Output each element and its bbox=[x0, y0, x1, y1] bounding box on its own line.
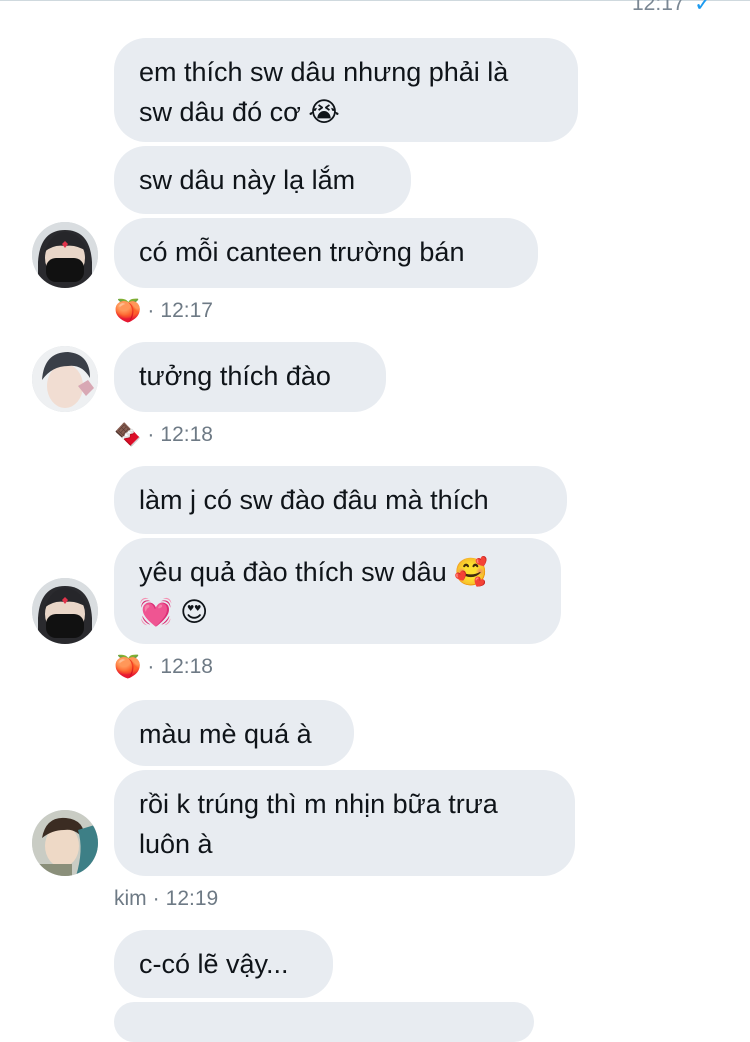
message-time: 12:17 bbox=[160, 299, 213, 322]
meta-separator: · bbox=[152, 887, 160, 910]
meta-separator: · bbox=[147, 423, 155, 446]
chocolate-icon: 🍫 bbox=[114, 422, 142, 447]
message-text: làm j có sw đào đâu mà thích bbox=[139, 485, 489, 515]
meta-separator: · bbox=[147, 655, 155, 678]
message-meta: kim · 12:19 bbox=[114, 884, 218, 914]
message-meta: 🍑 · 12:18 bbox=[114, 652, 213, 682]
message-bubble[interactable]: yêu quả đào thích sw dâu 🥰 💓 😍 bbox=[114, 538, 561, 644]
message-bubble[interactable]: em thích sw dâu nhưng phải là sw dâu đó c… bbox=[114, 38, 578, 142]
message-text: tưởng thích đào bbox=[139, 361, 331, 391]
message-bubble[interactable]: làm j có sw đào đâu mà thích bbox=[114, 466, 567, 534]
message-text: rồi k trúng thì m nhịn bữa trưa luôn à bbox=[139, 789, 498, 859]
avatar[interactable] bbox=[32, 578, 98, 644]
peach-icon: 🍑 bbox=[114, 298, 142, 323]
meta-separator: · bbox=[147, 299, 155, 322]
message-bubble-partial[interactable] bbox=[114, 1002, 534, 1042]
message-bubble[interactable]: c-có lẽ vậy... bbox=[114, 930, 333, 998]
message-time: 12:18 bbox=[160, 655, 213, 678]
message-text: có mỗi canteen trường bán bbox=[139, 237, 465, 267]
message-time: 12:19 bbox=[165, 887, 219, 910]
message-meta: 🍑 · 12:17 bbox=[114, 296, 213, 326]
peach-icon: 🍑 bbox=[114, 654, 142, 679]
sender-name: kim bbox=[114, 887, 147, 910]
message-bubble[interactable]: rồi k trúng thì m nhịn bữa trưa luôn à bbox=[114, 770, 575, 876]
message-text: yêu quả đào thích sw dâu 🥰 💓 😍 bbox=[139, 557, 488, 627]
message-meta: 🍫 · 12:18 bbox=[114, 420, 213, 450]
message-time: 12:18 bbox=[160, 423, 213, 446]
message-text: c-có lẽ vậy... bbox=[139, 949, 289, 979]
message-bubble[interactable]: sw dâu này lạ lắm bbox=[114, 146, 411, 214]
message-text: sw dâu này lạ lắm bbox=[139, 165, 356, 195]
message-text: màu mè quá à bbox=[139, 719, 312, 749]
message-bubble[interactable]: tưởng thích đào bbox=[114, 342, 386, 412]
avatar[interactable] bbox=[32, 810, 98, 876]
check-icon: ✓ bbox=[694, 0, 713, 16]
top-timestamp: 12:17 bbox=[632, 0, 685, 15]
avatar[interactable] bbox=[32, 346, 98, 412]
message-text: em thích sw dâu nhưng phải là sw dâu đó c… bbox=[139, 57, 509, 127]
message-bubble[interactable]: có mỗi canteen trường bán bbox=[114, 218, 538, 288]
avatar[interactable] bbox=[32, 222, 98, 288]
message-bubble[interactable]: màu mè quá à bbox=[114, 700, 354, 766]
